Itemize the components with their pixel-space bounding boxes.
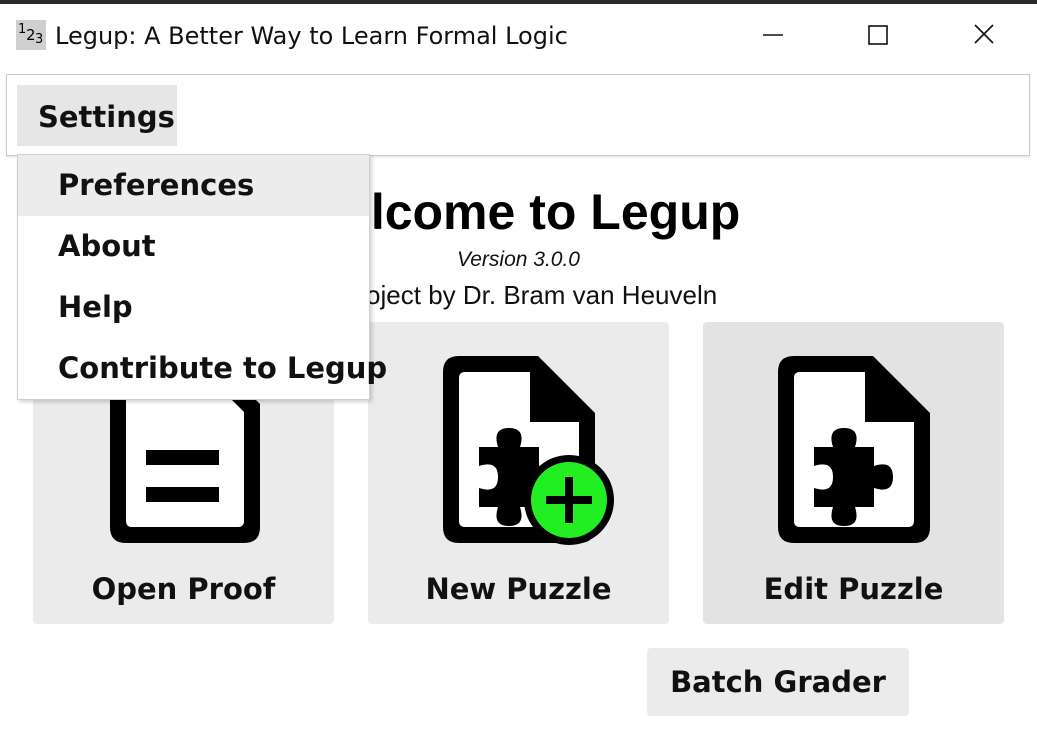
menu-item-help[interactable]: Help — [18, 277, 369, 338]
edit-puzzle-button[interactable]: Edit Puzzle — [703, 322, 1004, 624]
settings-menu[interactable]: Settings — [17, 85, 177, 146]
menu-item-label: About — [58, 229, 156, 263]
new-puzzle-label: New Puzzle — [425, 572, 612, 606]
window-title: Legup: A Better Way to Learn Formal Logi… — [55, 22, 568, 50]
batch-grader-button[interactable]: Batch Grader — [647, 648, 909, 716]
close-button[interactable] — [954, 12, 1014, 58]
puzzle-file-icon — [778, 356, 930, 543]
app-icon-digit: 3 — [35, 32, 44, 47]
menu-item-about[interactable]: About — [18, 216, 369, 277]
menu-item-preferences[interactable]: Preferences — [18, 155, 369, 216]
batch-grader-label: Batch Grader — [670, 665, 886, 699]
menu-item-label: Preferences — [58, 168, 255, 202]
menu-item-label: Contribute to Legup — [58, 351, 388, 385]
new-puzzle-button[interactable]: New Puzzle — [368, 322, 669, 624]
menu-item-label: Help — [58, 290, 133, 324]
menu-bar: Settings — [6, 74, 1030, 156]
maximize-button[interactable] — [848, 12, 908, 58]
app-icon: 1 2 3 — [16, 20, 46, 50]
menu-item-contribute[interactable]: Contribute to Legup — [18, 338, 387, 399]
minimize-icon — [763, 34, 783, 36]
minimize-button[interactable] — [743, 12, 803, 58]
settings-dropdown: Preferences About Help Contribute to Leg… — [17, 154, 387, 400]
open-proof-label: Open Proof — [91, 572, 276, 606]
title-bar: 1 2 3 Legup: A Better Way to Learn Forma… — [0, 4, 1037, 68]
puzzle-file-add-icon — [443, 356, 614, 545]
settings-menu-label: Settings — [38, 100, 175, 134]
close-icon — [974, 24, 994, 44]
maximize-icon — [868, 25, 888, 45]
edit-puzzle-label: Edit Puzzle — [763, 572, 944, 606]
